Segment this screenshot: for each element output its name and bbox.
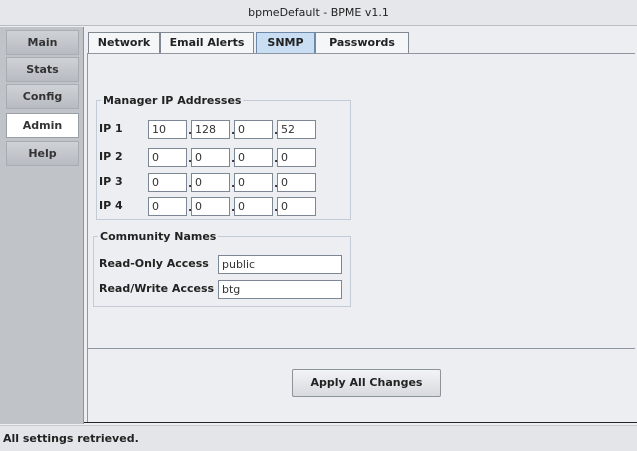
manager-ip-group-title: Manager IP Addresses <box>103 94 242 107</box>
ip2-label: IP 2 <box>99 150 123 163</box>
sidebar-item-stats[interactable]: Stats <box>6 57 79 82</box>
read-only-label: Read-Only Access <box>99 257 209 270</box>
ip1-octet1-input[interactable]: 10 <box>148 120 187 139</box>
community-names-group-title: Community Names <box>100 230 217 243</box>
ip4-label: IP 4 <box>99 199 123 212</box>
ip2-octet1-input[interactable]: 0 <box>148 148 187 167</box>
sidebar-item-help[interactable]: Help <box>6 141 79 166</box>
tab-bar: Network Email Alerts SNMP Passwords <box>88 32 633 54</box>
ip1-octet4-input[interactable]: 52 <box>277 120 316 139</box>
sidebar-item-main[interactable]: Main <box>6 30 79 55</box>
ip4-octet3-input[interactable]: 0 <box>234 197 273 216</box>
ip1-label: IP 1 <box>99 122 123 135</box>
ip3-octet1-input[interactable]: 0 <box>148 173 187 192</box>
tab-snmp[interactable]: SNMP <box>256 32 315 54</box>
ip4-octet4-input[interactable]: 0 <box>277 197 316 216</box>
sidebar-item-admin[interactable]: Admin <box>6 113 79 138</box>
window-title: bpmeDefault - BPME v1.1 <box>0 0 637 26</box>
ip3-octet3-input[interactable]: 0 <box>234 173 273 192</box>
ip3-label: IP 3 <box>99 175 123 188</box>
tab-email-alerts[interactable]: Email Alerts <box>160 32 254 53</box>
read-write-label: Read/Write Access <box>99 282 215 295</box>
ip1-octet3-input[interactable]: 0 <box>234 120 273 139</box>
ip3-octet4-input[interactable]: 0 <box>277 173 316 192</box>
action-area: Apply All Changes <box>87 349 635 423</box>
sidebar-item-config[interactable]: Config <box>6 84 79 109</box>
ip2-octet2-input[interactable]: 0 <box>191 148 230 167</box>
read-write-community-input[interactable]: btg <box>218 280 342 299</box>
divider <box>84 422 637 423</box>
tab-network[interactable]: Network <box>88 32 160 53</box>
apply-all-changes-button[interactable]: Apply All Changes <box>292 369 441 397</box>
ip1-octet2-input[interactable]: 128 <box>191 120 230 139</box>
ip2-octet4-input[interactable]: 0 <box>277 148 316 167</box>
status-bar: All settings retrieved. <box>0 425 637 451</box>
read-only-community-input[interactable]: public <box>218 255 342 274</box>
ip2-octet3-input[interactable]: 0 <box>234 148 273 167</box>
tab-passwords[interactable]: Passwords <box>315 32 409 53</box>
ip3-octet2-input[interactable]: 0 <box>191 173 230 192</box>
snmp-panel: Manager IP Addresses IP 1 10 . 128 . 0 .… <box>87 53 635 349</box>
sidebar: Main Stats Config Admin Help <box>0 27 84 424</box>
ip4-octet1-input[interactable]: 0 <box>148 197 187 216</box>
ip4-octet2-input[interactable]: 0 <box>191 197 230 216</box>
